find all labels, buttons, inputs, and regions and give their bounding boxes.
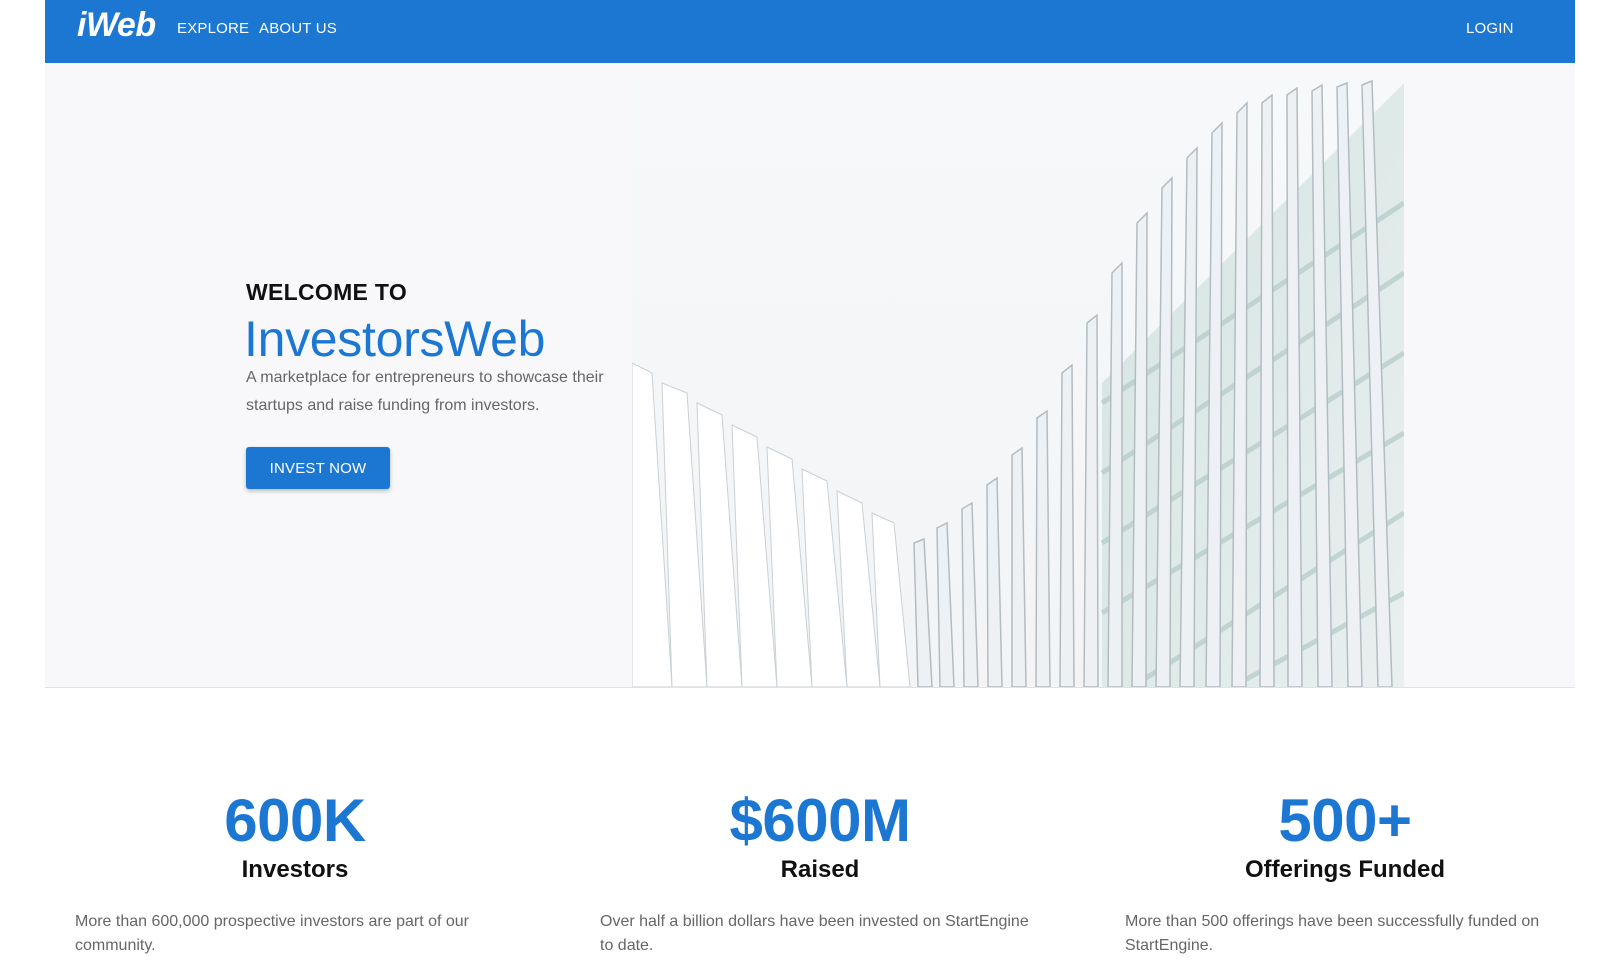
- nav-link-about-us[interactable]: ABOUT US: [259, 20, 337, 37]
- stat-value: 500+: [1278, 787, 1412, 854]
- stat-label: Investors: [241, 856, 349, 883]
- stats-section: 600K Investors More than 600,000 prospec…: [45, 688, 1575, 968]
- hero-architecture-image: [632, 73, 1404, 687]
- page: iWeb EXPLORE ABOUT US LOGIN WELCOME TO I…: [0, 0, 1616, 968]
- login-link[interactable]: LOGIN: [1466, 20, 1514, 37]
- stat-label: Raised: [780, 856, 860, 883]
- stat-description: Over half a billion dollars have been in…: [600, 913, 1029, 954]
- stat-description: More than 600,000 prospective investors …: [75, 913, 469, 954]
- nav-link-explore[interactable]: EXPLORE: [177, 20, 249, 37]
- hero-title: InvestorsWeb: [244, 311, 546, 367]
- brand-logo[interactable]: iWeb: [77, 6, 156, 45]
- hero-section: WELCOME TO InvestorsWeb A marketplace fo…: [45, 63, 1575, 688]
- invest-now-button[interactable]: INVEST NOW: [246, 447, 390, 489]
- hero-kicker: WELCOME TO: [246, 279, 408, 305]
- stat-value: $600M: [729, 787, 911, 854]
- stat-description: More than 500 offerings have been succes…: [1125, 913, 1540, 954]
- hero-description: A marketplace for entrepreneurs to showc…: [246, 369, 604, 414]
- stat-label: Offerings Funded: [1245, 856, 1445, 883]
- top-navbar: iWeb EXPLORE ABOUT US LOGIN: [45, 0, 1575, 63]
- stat-value: 600K: [224, 787, 366, 854]
